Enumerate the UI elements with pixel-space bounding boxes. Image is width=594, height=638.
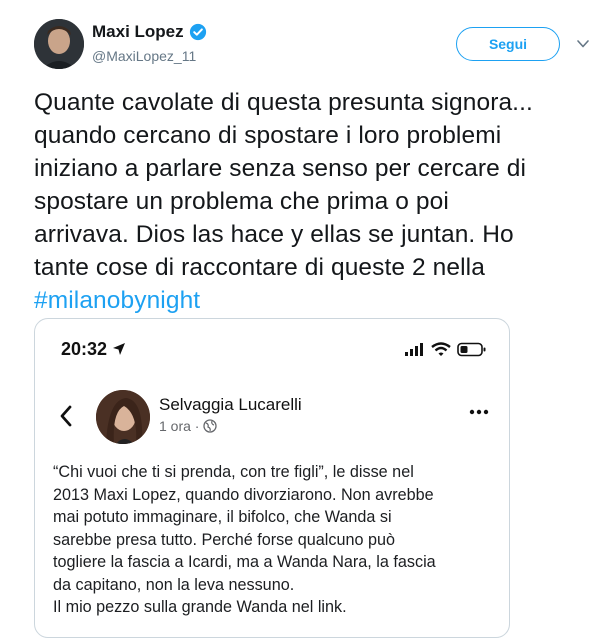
post-text-line: sarebbe presa tutto. Perché forse qualcu…: [53, 530, 395, 549]
author-name[interactable]: Maxi Lopez: [92, 22, 184, 42]
post-time: 1 ora ·: [159, 418, 200, 434]
post-text-line: Il mio pezzo sulla grande Wanda nel link…: [53, 598, 347, 616]
status-time-text: 20:32: [61, 339, 108, 359]
post-text-line: togliere la fascia a Icardi, ma a Wanda …: [53, 553, 436, 571]
post-text-line: da capitano, non la leva nessuno.: [53, 575, 295, 594]
chevron-down-icon[interactable]: [576, 38, 590, 50]
hashtag-link[interactable]: #milanobynight: [34, 287, 200, 314]
battery-icon: [457, 342, 486, 356]
post-text-line: mai potuto immaginare, il bifolco, che W…: [53, 508, 392, 526]
tweet-text-line: Quante cavolate di questa presunta signo…: [34, 89, 533, 116]
tweet-media-image[interactable]: 20:32 Selvaggia Lucarelli 1 ora · “Chi v…: [34, 318, 510, 638]
status-time: 20:32: [61, 339, 126, 360]
back-arrow-icon[interactable]: [59, 405, 73, 427]
author-handle[interactable]: @MaxiLopez_11: [92, 48, 196, 64]
location-arrow-icon: [113, 343, 126, 355]
post-author-avatar[interactable]: [96, 390, 150, 444]
tweet-text-line: tante cose di raccontare di queste 2 nel…: [34, 254, 485, 281]
post-text-line: “Chi vuoi che ti si prenda, con tre figl…: [53, 463, 414, 481]
follow-button[interactable]: Segui: [456, 27, 560, 61]
wifi-icon: [431, 341, 451, 356]
post-meta: 1 ora ·: [159, 418, 218, 434]
status-bar-icons: [405, 341, 487, 357]
tweet-text-line: quando cercano di spostare i loro proble…: [34, 122, 502, 149]
post-text-line: 2013 Maxi Lopez, quando divorziarono. No…: [53, 485, 434, 504]
tweet-text-line: spostare un problema che prima o poi: [34, 188, 449, 215]
verified-badge-icon: [189, 23, 206, 41]
tweet-text: Quante cavolate di questa presunta signo…: [34, 86, 594, 317]
globe-icon: [203, 419, 218, 433]
author-avatar[interactable]: [34, 19, 84, 69]
author-name-row: Maxi Lopez: [92, 22, 207, 42]
more-dots-icon[interactable]: [469, 409, 489, 415]
tweet-text-line: arrivava. Dios las hace y ellas se junta…: [34, 221, 514, 248]
signal-icon: [405, 343, 423, 356]
post-author-name[interactable]: Selvaggia Lucarelli: [159, 395, 302, 415]
tweet-text-line: iniziano a parlare senza senso per cerca…: [34, 155, 527, 182]
post-text: “Chi vuoi che ti si prenda, con tre figl…: [53, 461, 508, 619]
